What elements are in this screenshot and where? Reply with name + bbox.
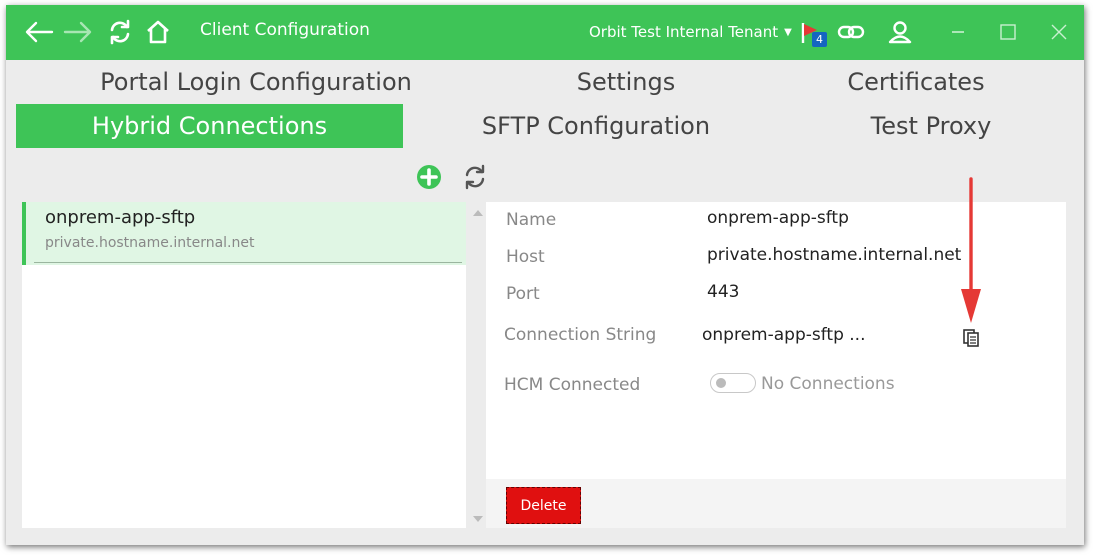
notification-badge: 4: [812, 32, 827, 47]
connection-string-label: Connection String: [504, 325, 657, 345]
tenant-label: Orbit Test Internal Tenant: [589, 23, 779, 41]
tab-test-proxy[interactable]: Test Proxy: [826, 104, 1036, 148]
refresh-icon[interactable]: [105, 17, 135, 47]
flag-icon[interactable]: 4: [798, 19, 828, 49]
connection-list: onprem-app-sftp private.hostname.interna…: [22, 202, 466, 528]
caret-down-icon: ▼: [784, 26, 792, 38]
refresh-icon[interactable]: [461, 163, 489, 191]
hcm-connected-toggle[interactable]: [710, 373, 756, 393]
host-value: private.hostname.internal.net: [707, 245, 962, 265]
user-icon[interactable]: [885, 17, 915, 47]
tab-portal-login-configuration[interactable]: Portal Login Configuration: [96, 60, 416, 104]
tab-settings[interactable]: Settings: [526, 60, 726, 104]
forward-icon[interactable]: [63, 17, 93, 47]
title-bar: Client Configuration Orbit Test Internal…: [6, 5, 1084, 60]
home-icon[interactable]: [143, 17, 173, 47]
link-icon[interactable]: [836, 17, 866, 47]
tab-certificates[interactable]: Certificates: [806, 60, 1026, 104]
close-icon[interactable]: [1044, 17, 1074, 47]
scroll-up-icon[interactable]: [473, 210, 483, 216]
name-label: Name: [506, 210, 557, 230]
port-value: 443: [707, 282, 740, 302]
window-title: Client Configuration: [200, 20, 370, 40]
tenant-dropdown[interactable]: Orbit Test Internal Tenant ▼: [589, 23, 792, 41]
copy-icon[interactable]: [961, 327, 983, 349]
list-item-host: private.hostname.internal.net: [45, 235, 255, 251]
hcm-status-text: No Connections: [761, 374, 895, 394]
host-label: Host: [506, 247, 545, 267]
app-window: Client Configuration Orbit Test Internal…: [6, 5, 1084, 545]
toggle-knob: [716, 378, 726, 388]
divider: [34, 262, 462, 263]
back-icon[interactable]: [24, 17, 54, 47]
name-value: onprem-app-sftp: [707, 208, 849, 228]
annotation-arrow-icon: [961, 177, 981, 323]
detail-footer: Delete: [486, 479, 1066, 528]
list-item-name: onprem-app-sftp: [45, 207, 196, 228]
maximize-icon[interactable]: [993, 17, 1023, 47]
connection-string-value: onprem-app-sftp ...: [702, 325, 866, 345]
minimize-icon[interactable]: [943, 17, 973, 47]
scrollbar[interactable]: [468, 202, 486, 528]
scroll-down-icon[interactable]: [473, 516, 483, 522]
port-label: Port: [506, 284, 540, 304]
list-item[interactable]: onprem-app-sftp private.hostname.interna…: [22, 202, 466, 265]
hcm-connected-label: HCM Connected: [504, 375, 641, 395]
add-icon[interactable]: [415, 163, 443, 191]
delete-button[interactable]: Delete: [506, 487, 581, 524]
tab-sftp-configuration[interactable]: SFTP Configuration: [446, 104, 746, 148]
tab-hybrid-connections[interactable]: Hybrid Connections: [16, 104, 403, 148]
